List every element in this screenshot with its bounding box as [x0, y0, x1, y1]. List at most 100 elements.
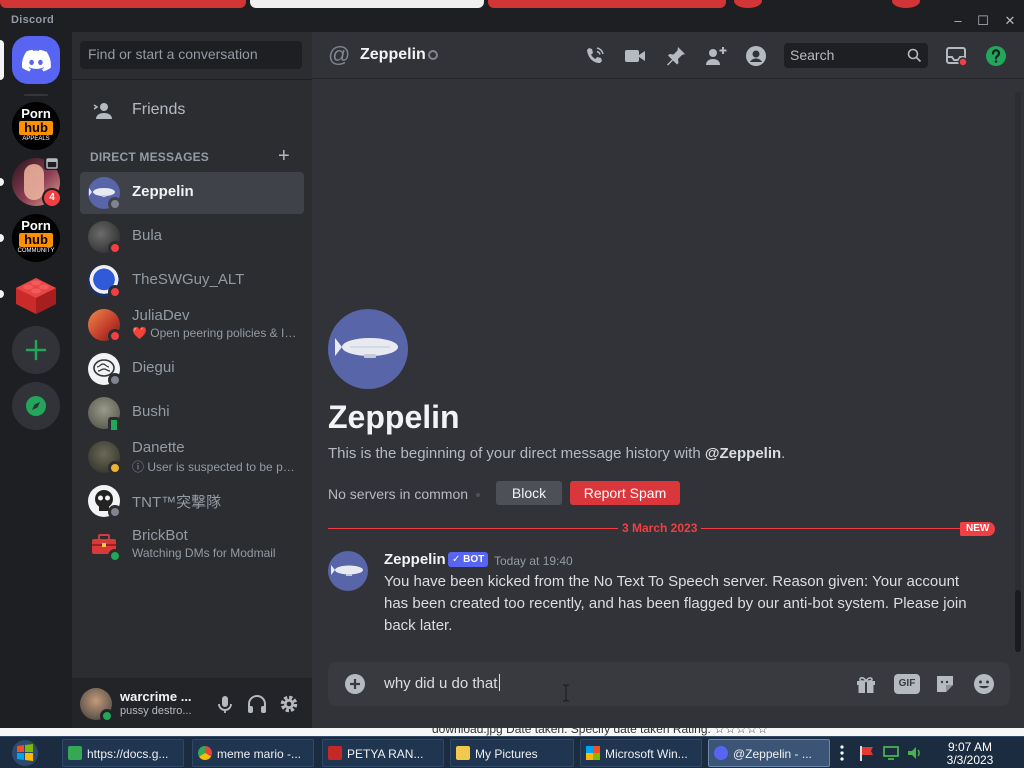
dm-item-zeppelin[interactable]: Zeppelin — [80, 172, 304, 214]
server-lego[interactable] — [12, 270, 60, 318]
rail-divider — [24, 94, 48, 96]
video-call-icon[interactable] — [623, 44, 647, 68]
message-input-text[interactable]: why did u do that — [384, 674, 501, 692]
status-online-indicator — [108, 549, 122, 563]
server-pornhub-appeals[interactable]: Porn hub APPEALS — [12, 102, 60, 150]
dm-item-juliadev[interactable]: JuliaDev ❤️ Open peering policies & IP..… — [80, 304, 304, 346]
user-status-indicator — [100, 709, 114, 723]
more-tray-icon[interactable] — [838, 743, 846, 763]
document-icon — [328, 746, 342, 760]
maximize-button[interactable]: ☐ — [971, 12, 995, 30]
sticker-icon[interactable] — [933, 672, 957, 696]
bot-tag: ✓ BOT — [448, 552, 489, 567]
status-dnd-indicator — [108, 329, 122, 343]
dm-item-theswguy-alt[interactable]: TheSWGuy_ALT — [80, 260, 304, 302]
mutual-servers-text: No servers in common — [328, 486, 469, 502]
chat-header: @ Zeppelin Search — [312, 32, 1024, 79]
taskbar-item-petya[interactable]: PETYA RAN... — [322, 739, 444, 767]
flag-icon[interactable] — [858, 745, 876, 761]
sidebar-header-divider — [72, 79, 312, 80]
close-button[interactable]: ✕ — [998, 12, 1022, 30]
volume-icon[interactable] — [906, 745, 924, 761]
at-icon: @ — [328, 42, 351, 67]
dm-name: Diegui — [132, 359, 175, 376]
server-logo-bottom: hub — [19, 233, 53, 247]
windows-icon — [586, 746, 600, 760]
friends-label: Friends — [132, 101, 186, 118]
tray-clock[interactable]: 9:07 AM 3/3/2023 — [944, 741, 996, 767]
intro-text-prefix: This is the beginning of your direct mes… — [328, 445, 705, 462]
taskbar-item-label: Microsoft Win... — [605, 747, 688, 761]
selected-pill — [0, 40, 4, 80]
background-tab — [250, 0, 484, 8]
status-offline-indicator — [108, 373, 122, 387]
sidebar-item-friends[interactable]: Friends — [80, 90, 304, 132]
server-rail: Porn hub APPEALS 4 Porn hub COMMUNITY — [0, 32, 72, 736]
home-button[interactable] — [12, 36, 60, 84]
discord-icon — [714, 746, 728, 760]
dm-name: Zeppelin — [132, 183, 194, 200]
emoji-icon[interactable] — [972, 672, 996, 696]
chat-scrollbar[interactable] — [1015, 92, 1021, 652]
chat-area: @ Zeppelin Search Zeppelin This is the b… — [312, 32, 1024, 736]
block-button[interactable]: Block — [496, 481, 562, 505]
minimize-button[interactable]: – — [946, 12, 970, 30]
gift-icon[interactable] — [854, 672, 878, 696]
server-logo-top: Porn — [21, 106, 51, 121]
message-avatar[interactable] — [328, 551, 368, 591]
background-tab — [892, 0, 920, 8]
background-tab — [0, 0, 246, 8]
add-server-button[interactable] — [12, 326, 60, 374]
taskbar-item-label: My Pictures — [475, 747, 538, 761]
unread-pill — [0, 290, 4, 298]
dm-search-input[interactable]: Find or start a conversation — [80, 41, 302, 69]
report-spam-button[interactable]: Report Spam — [570, 481, 680, 505]
gif-button[interactable]: GIF — [894, 674, 920, 694]
taskbar-item-label: @Zeppelin - ... — [733, 747, 812, 761]
network-icon[interactable] — [882, 745, 900, 761]
taskbar-item-label: PETYA RAN... — [347, 747, 424, 761]
notification-badge: 4 — [42, 188, 62, 208]
taskbar-item-my-pictures[interactable]: My Pictures — [450, 739, 574, 767]
taskbar: https://docs.g... meme mario -... PETYA … — [0, 736, 1024, 768]
message-author[interactable]: Zeppelin — [384, 551, 446, 568]
pin-icon[interactable] — [664, 44, 688, 68]
help-icon[interactable] — [984, 44, 1008, 68]
dm-item-brickbot[interactable]: BrickBot Watching DMs for Modmail — [80, 524, 304, 566]
message-composer[interactable]: why did u do that GIF — [328, 662, 1010, 706]
user-panel: warcrime ... pussy destro... — [72, 678, 312, 730]
clock-date: 3/3/2023 — [946, 753, 994, 767]
windows-start-icon[interactable] — [6, 739, 44, 767]
dm-item-danette[interactable]: Danette ⓘ User is suspected to be par... — [80, 436, 304, 478]
microphone-icon[interactable] — [212, 691, 238, 717]
header-search-input[interactable]: Search — [784, 43, 928, 68]
dm-name: Bushi — [132, 403, 170, 420]
user-profile-icon[interactable] — [744, 44, 768, 68]
voice-call-icon[interactable] — [583, 44, 607, 68]
taskbar-item-discord[interactable]: @Zeppelin - ... — [708, 739, 830, 767]
dm-item-bula[interactable]: Bula — [80, 216, 304, 258]
add-friend-icon[interactable] — [704, 44, 728, 68]
unread-pill — [0, 234, 4, 242]
taskbar-item-chrome[interactable]: meme mario -... — [192, 739, 314, 767]
dm-item-bushi[interactable]: Bushi — [80, 392, 304, 434]
explore-servers-button[interactable] — [12, 382, 60, 430]
dm-item-tnt[interactable]: TNT™突撃隊 — [80, 480, 304, 522]
taskbar-item-docs[interactable]: https://docs.g... — [62, 739, 184, 767]
create-dm-button[interactable]: + — [278, 146, 290, 166]
inbox-icon[interactable] — [944, 44, 968, 68]
status-idle-indicator — [108, 461, 122, 475]
app-title: Discord — [11, 14, 55, 26]
settings-gear-icon[interactable] — [276, 691, 302, 717]
background-window-text: download.jpg Date taken: Specify date ta… — [432, 728, 768, 736]
message-content: You have been kicked from the No Text To… — [384, 573, 967, 634]
upload-plus-icon[interactable] — [344, 673, 366, 695]
taskbar-item-microsoft-windows[interactable]: Microsoft Win... — [580, 739, 702, 767]
message-input-value: why did u do that — [384, 675, 498, 692]
folder-icon — [456, 746, 470, 760]
server-pornhub-community[interactable]: Porn hub COMMUNITY — [12, 214, 60, 262]
headphones-icon[interactable] — [244, 691, 270, 717]
plus-icon — [25, 339, 47, 361]
friends-icon — [93, 103, 112, 119]
dm-item-diegui[interactable]: Diegui — [80, 348, 304, 390]
